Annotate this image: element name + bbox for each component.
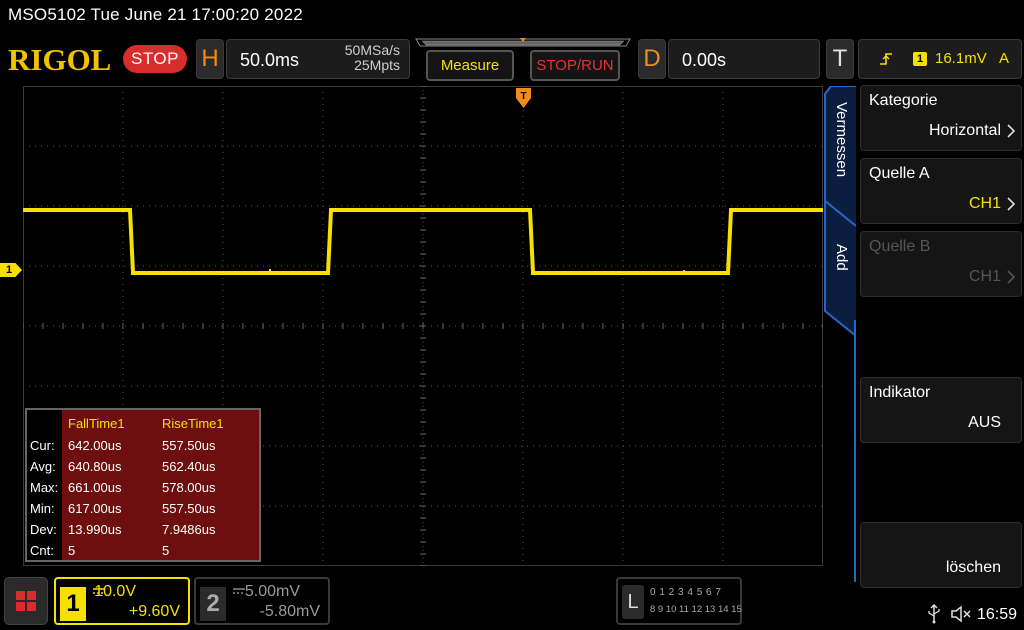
menu-indikator[interactable]: Indikator AUS: [860, 377, 1022, 443]
channel-number: 2: [200, 587, 226, 621]
tab-vermessen[interactable]: Vermessen: [833, 102, 850, 177]
table-cell: 661.00us: [68, 480, 122, 495]
trigger-letter[interactable]: T: [826, 39, 854, 79]
rising-edge-icon: [880, 53, 892, 65]
delay-value: 0.00s: [682, 50, 727, 70]
menu-quelle-a[interactable]: Quelle A CH1: [860, 158, 1022, 224]
trigger-level: 16.1mV: [935, 50, 987, 67]
menu-frame-line: [854, 320, 856, 582]
row-label: Cur:: [30, 438, 55, 453]
row-label: Max:: [30, 480, 59, 495]
menu-value: CH1: [968, 195, 1001, 212]
memory-depth: 25Mpts: [354, 57, 400, 73]
column-header: RiseTime1: [162, 416, 224, 431]
grid-menu-icon: [16, 591, 36, 611]
menu-value: Horizontal: [928, 122, 1001, 139]
column-header: FallTime1: [68, 416, 125, 431]
menu-value: löschen: [945, 559, 1001, 576]
measurement-table: FallTime1 RiseTime1 Cur: 642.00us 557.50…: [25, 408, 261, 562]
table-cell: 5: [162, 543, 170, 558]
usb-icon: [928, 604, 940, 624]
menu-kategorie[interactable]: Kategorie Horizontal: [860, 85, 1022, 151]
table-cell: 557.50us: [162, 501, 216, 516]
stop-run-button[interactable]: STOP/RUN: [530, 50, 620, 81]
table-cell: 617.00us: [68, 501, 122, 516]
run-state-badge[interactable]: STOP: [123, 45, 187, 73]
clock: 16:59: [977, 606, 1018, 623]
sample-rate: 50MSa/s: [344, 42, 400, 58]
rigol-logo: RIGOL: [8, 42, 112, 77]
horizontal-letter[interactable]: H: [196, 39, 224, 79]
menu-label: Quelle B: [869, 238, 931, 255]
channel-1-box[interactable]: 1 10.0V +9.60V: [54, 577, 190, 625]
row-label: Dev:: [30, 522, 57, 537]
svg-text:T: T: [520, 91, 526, 102]
menu-label: Quelle A: [869, 165, 930, 182]
channel-2-box[interactable]: 2 5.00mV -5.80mV: [194, 577, 330, 625]
channel-offset: +9.60V: [128, 603, 180, 620]
menu-label: Indikator: [869, 384, 931, 401]
digital-channels-row: 8 9 10 11 12 13 14 15: [650, 604, 742, 615]
trigger-box[interactable]: 1 16.1mV A: [858, 39, 1022, 79]
row-label: Cnt:: [30, 543, 54, 558]
ch1-offset-marker[interactable]: 1: [0, 263, 22, 277]
table-cell: 5: [68, 543, 76, 558]
menu-value: CH1: [968, 268, 1001, 285]
row-label: Min:: [30, 501, 55, 516]
title-line: MSO5102 Tue June 21 17:00:20 2022: [8, 5, 303, 24]
timebase-value: 50.0ms: [240, 50, 300, 70]
menu-loeschen[interactable]: löschen: [860, 522, 1022, 588]
main-menu-button[interactable]: [4, 577, 48, 625]
speaker-muted-icon[interactable]: [950, 604, 972, 624]
digital-channels-row: 0 1 2 3 4 5 6 7: [650, 587, 722, 598]
channel-offset: -5.80mV: [259, 603, 320, 620]
chevron-right-icon: [1007, 270, 1016, 284]
table-cell: 7.9486us: [162, 522, 216, 537]
channel-scale: 10.0V: [94, 583, 136, 600]
tab-add[interactable]: Add: [833, 244, 850, 271]
chevron-right-icon: [1007, 124, 1016, 138]
menu-label: Kategorie: [869, 92, 938, 109]
table-cell: 640.80us: [68, 459, 122, 474]
channel-number: 1: [60, 587, 86, 621]
trigger-position-marker[interactable]: T: [516, 88, 531, 108]
channel-scale: 5.00mV: [244, 583, 300, 600]
delay-letter[interactable]: D: [638, 39, 666, 79]
table-cell: 557.50us: [162, 438, 216, 453]
menu-quelle-b[interactable]: Quelle B CH1: [860, 231, 1022, 297]
trigger-mode: A: [999, 50, 1010, 67]
trigger-source-badge: 1: [913, 52, 927, 66]
measure-button[interactable]: Measure: [426, 50, 514, 81]
table-cell: 13.990us: [68, 522, 122, 537]
chevron-right-icon: [1007, 197, 1016, 211]
menu-value: AUS: [968, 414, 1001, 431]
table-cell: 562.40us: [162, 459, 216, 474]
table-cell: 578.00us: [162, 480, 216, 495]
logic-analyzer-letter: L: [622, 585, 644, 619]
memory-position-track[interactable]: [412, 38, 634, 48]
logic-analyzer-box[interactable]: L 0 1 2 3 4 5 6 7 8 9 10 11 12 13 14 15: [616, 577, 742, 625]
row-label: Avg:: [30, 459, 56, 474]
table-cell: 642.00us: [68, 438, 122, 453]
